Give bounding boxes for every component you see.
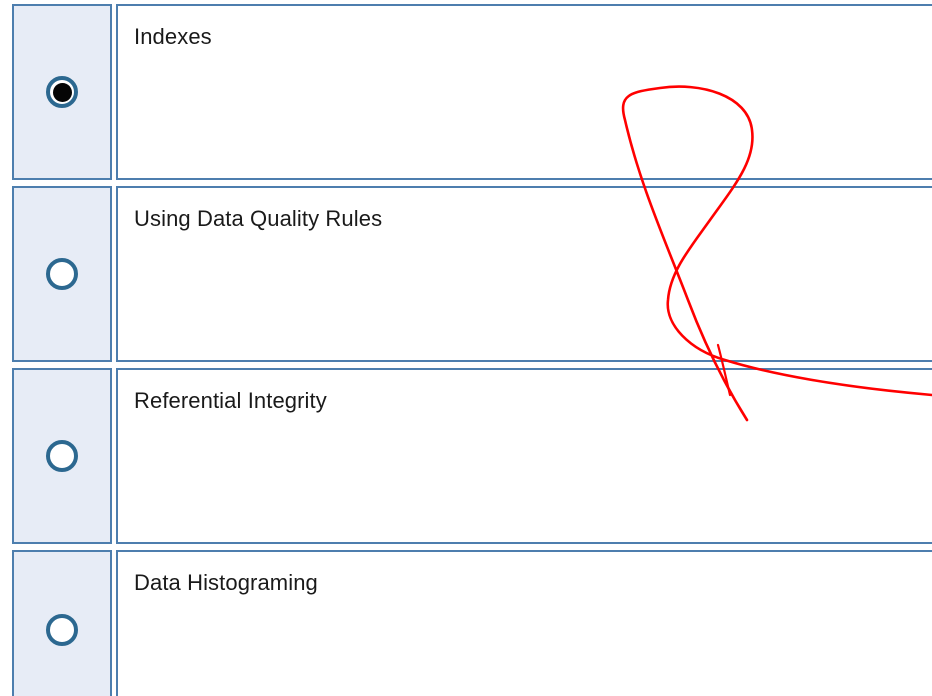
radio-cell[interactable]: [12, 4, 112, 180]
radio-unselected-icon[interactable]: [46, 614, 78, 646]
option-label: Indexes: [134, 24, 212, 49]
radio-unselected-icon[interactable]: [46, 258, 78, 290]
option-row-data-quality-rules[interactable]: Using Data Quality Rules: [12, 186, 932, 362]
option-row-referential-integrity[interactable]: Referential Integrity: [12, 368, 932, 544]
radio-dot: [52, 82, 72, 102]
answer-cell[interactable]: Indexes: [116, 4, 932, 180]
option-label: Using Data Quality Rules: [134, 206, 383, 231]
option-row-indexes[interactable]: Indexes: [12, 4, 932, 180]
option-label: Data Histograming: [134, 570, 318, 595]
answer-cell[interactable]: Using Data Quality Rules: [116, 186, 932, 362]
options-list: Indexes Using Data Quality Rules Referen…: [12, 4, 932, 696]
option-label: Referential Integrity: [134, 388, 327, 413]
radio-cell[interactable]: [12, 368, 112, 544]
radio-cell[interactable]: [12, 186, 112, 362]
radio-cell[interactable]: [12, 550, 112, 696]
answer-options-panel: Indexes Using Data Quality Rules Referen…: [0, 0, 932, 696]
option-row-data-histograming[interactable]: Data Histograming: [12, 550, 932, 696]
radio-selected-icon[interactable]: [46, 76, 78, 108]
radio-unselected-icon[interactable]: [46, 440, 78, 472]
answer-cell[interactable]: Data Histograming: [116, 550, 932, 696]
answer-cell[interactable]: Referential Integrity: [116, 368, 932, 544]
